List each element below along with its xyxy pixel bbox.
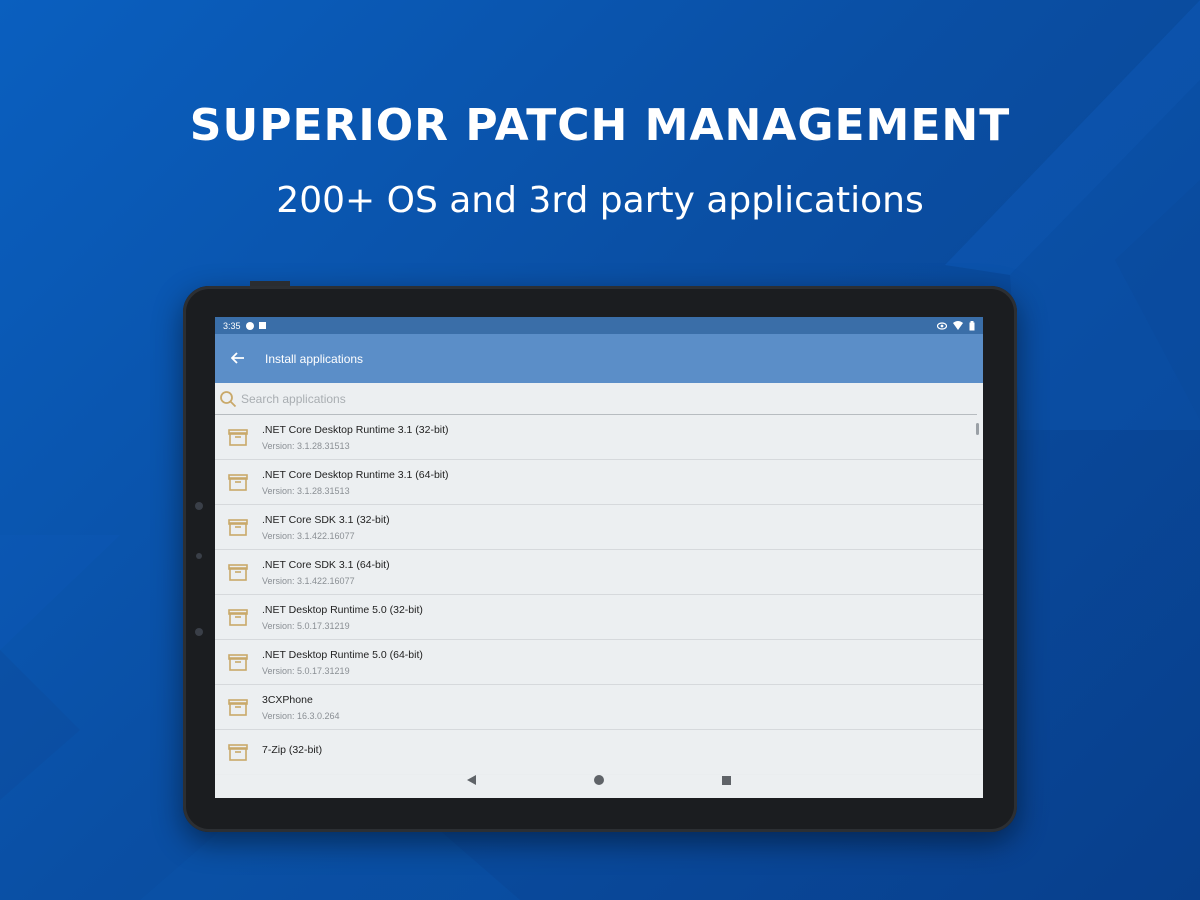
nav-back-icon[interactable] [467,775,476,785]
package-icon [228,699,248,716]
app-name: .NET Core Desktop Runtime 3.1 (32-bit) [262,423,449,436]
app-version: Version: 5.0.17.31219 [262,620,350,631]
nav-recents-icon[interactable] [722,775,731,785]
app-version: Version: 3.1.422.16077 [262,575,355,586]
package-icon [228,429,248,446]
app-version: Version: 5.0.17.31219 [262,665,350,676]
camera-dot [195,502,203,510]
search-input[interactable] [239,390,843,407]
package-icon [228,654,248,671]
app-version: Version: 3.1.422.16077 [262,530,355,541]
app-name: .NET Desktop Runtime 5.0 (32-bit) [262,603,423,616]
sensor-dot [196,553,202,559]
list-item[interactable]: .NET Core Desktop Runtime 3.1 (64-bit) Ve… [215,460,983,505]
app-list: .NET Core Desktop Runtime 3.1 (32-bit) Ve… [215,415,983,775]
app-bar: Install applications [215,334,983,383]
system-nav-bar [215,762,983,798]
list-item[interactable]: 3CXPhone Version: 16.3.0.264 [215,685,983,730]
app-version: Version: 3.1.28.31513 [262,440,350,451]
package-icon [228,474,248,491]
package-icon [228,564,248,581]
tablet-screen: 3:35 Install applications .NET Core Desk… [215,317,983,798]
list-item[interactable]: .NET Core Desktop Runtime 3.1 (32-bit) Ve… [215,415,983,460]
app-name: .NET Core SDK 3.1 (64-bit) [262,558,390,571]
sensor-dot [195,628,203,636]
search-bar [215,383,977,415]
promo-subline: 200+ OS and 3rd party applications [276,180,924,221]
promo-headline: SUPERIOR PATCH MANAGEMENT [189,100,1011,151]
package-icon [228,519,248,536]
app-name: .NET Core Desktop Runtime 3.1 (64-bit) [262,468,449,481]
app-name: 7-Zip (32-bit) [262,743,323,756]
notification-icon [258,322,266,329]
wifi-icon [953,321,963,330]
side-button [250,281,290,286]
package-icon [228,609,248,626]
settings-icon [245,321,254,330]
app-name: .NET Core SDK 3.1 (32-bit) [262,513,390,526]
app-name: .NET Desktop Runtime 5.0 (64-bit) [262,648,423,661]
battery-icon [969,320,975,330]
arrow-back-icon[interactable] [230,348,251,369]
list-item[interactable]: .NET Desktop Runtime 5.0 (64-bit) Version… [215,640,983,685]
page-title: Install applications [265,351,364,366]
nav-home-icon[interactable] [594,775,604,785]
list-item[interactable]: .NET Desktop Runtime 5.0 (32-bit) Version… [215,595,983,640]
app-name: 3CXPhone [262,693,313,706]
eye-icon [937,321,947,330]
status-time: 3:35 [223,320,241,331]
status-bar: 3:35 [215,317,983,334]
search-icon [220,390,237,407]
scrollbar-thumb[interactable] [976,423,979,435]
app-version: Version: 3.1.28.31513 [262,485,350,496]
list-item[interactable]: .NET Core SDK 3.1 (64-bit) Version: 3.1.4… [215,550,983,595]
package-icon [228,744,248,761]
app-version: Version: 16.3.0.264 [262,710,340,721]
list-item[interactable]: .NET Core SDK 3.1 (32-bit) Version: 3.1.4… [215,505,983,550]
